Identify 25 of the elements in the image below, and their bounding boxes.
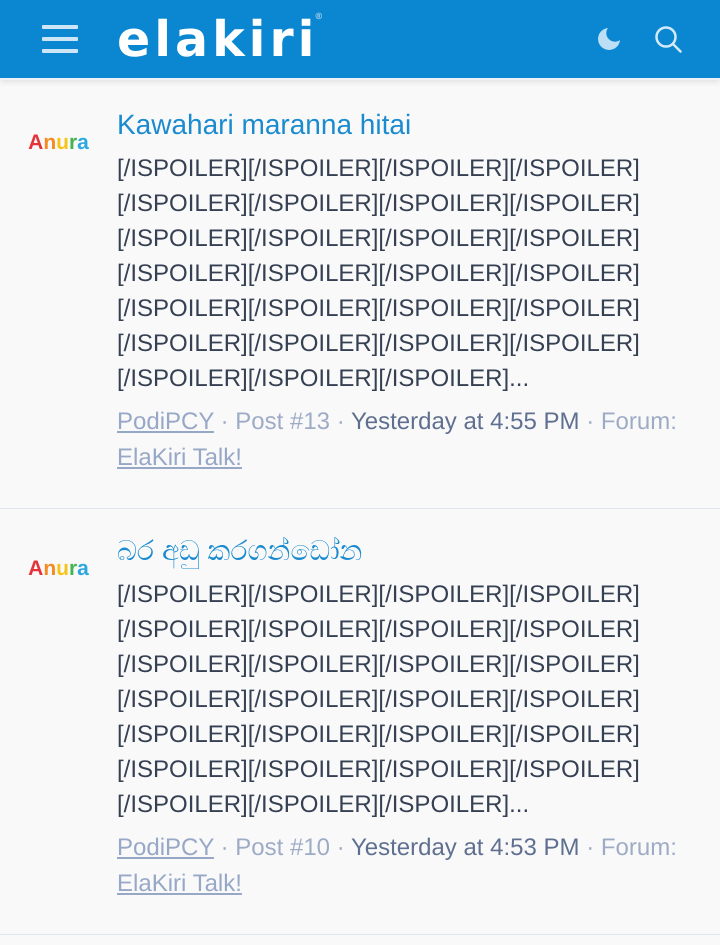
- forum-label: Forum:: [600, 408, 677, 435]
- menu-icon[interactable]: [42, 25, 78, 53]
- forum-link[interactable]: ElaKiri Talk!: [117, 444, 242, 471]
- author-link[interactable]: PodiPCY: [117, 834, 214, 861]
- search-icon[interactable]: [655, 26, 682, 52]
- avatar-text[interactable]: Anura: [28, 557, 89, 581]
- moon-icon[interactable]: [598, 28, 620, 50]
- post-snippet: [/ISPOILER][/ISPOILER][/ISPOILER][/ISPOILER][/ISPOILER][/ISPOILER][/ISPOILER][/ISPOILER][/ISPOILER][/ISPOILER][/ISPOILER][/ISPOILER][/ISPOILER][/ISPOILER][/ISPOILER][/ISPOILER][/ISPOILER][/ISPOILER][/ISPOILER][/ISPOILER][/ISPOILER][/ISPOILER][/ISPOILER][/ISPOILER][/ISPOILER][/ISPOILER][/ISPOILER]...: [117, 580, 641, 820]
- post-snippet: [/ISPOILER][/ISPOILER][/ISPOILER][/ISPOILER][/ISPOILER][/ISPOILER][/ISPOILER][/ISPOILER][/ISPOILER][/ISPOILER][/ISPOILER][/ISPOILER][/ISPOILER][/ISPOILER][/ISPOILER][/ISPOILER][/ISPOILER][/ISPOILER][/ISPOILER][/ISPOILER][/ISPOILER][/ISPOILER][/ISPOILER][/ISPOILER][/ISPOILER][/ISPOILER][/ISPOILER]...: [117, 154, 641, 394]
- forum-link[interactable]: ElaKiri Talk!: [117, 870, 242, 897]
- meta-separator: ·: [586, 408, 594, 435]
- author-link[interactable]: PodiPCY: [117, 408, 214, 435]
- meta-separator: ·: [220, 834, 229, 861]
- post-number: Post #10: [235, 834, 330, 861]
- avatar-text[interactable]: Anura: [28, 131, 89, 155]
- post-number: Post #13: [235, 408, 330, 435]
- forum-label: Forum:: [600, 834, 677, 861]
- meta-separator: ·: [336, 834, 345, 861]
- post-time: Yesterday at 4:55 PM: [350, 408, 580, 435]
- registered-mark: ®: [315, 12, 322, 21]
- post-time: Yesterday at 4:53 PM: [350, 834, 580, 861]
- meta-separator: ·: [336, 408, 345, 435]
- meta-separator: ·: [220, 408, 229, 435]
- thread-title-link[interactable]: Kawahari maranna hitai: [117, 109, 412, 140]
- meta-separator: ·: [586, 834, 594, 861]
